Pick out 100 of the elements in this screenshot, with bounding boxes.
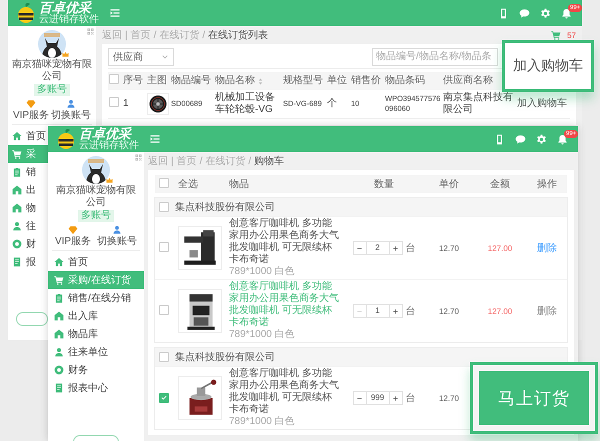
checkbox[interactable] (159, 178, 169, 188)
breadcrumb-separator: | (171, 156, 174, 166)
menu-item[interactable]: 往 (8, 217, 48, 235)
checkbox[interactable] (159, 305, 169, 315)
column-header: 物品 (229, 179, 249, 190)
checkbox[interactable] (159, 393, 169, 403)
cart-icon[interactable] (551, 30, 562, 40)
person-icon (12, 221, 22, 231)
quantity-field[interactable]: 2 (366, 241, 388, 255)
settings-icon[interactable] (540, 8, 551, 18)
menu-icon[interactable] (109, 7, 121, 19)
column-header: 金额 (490, 178, 510, 191)
column-header: 销售价 (351, 75, 381, 87)
sidebar-action[interactable]: VIP服务 (54, 225, 92, 248)
logo-text: 百卓优采 (39, 1, 91, 14)
breadcrumb-separator: / (248, 156, 252, 166)
account-badge: 多账号 (78, 210, 114, 222)
product-name[interactable]: 创意客厅咖啡机 多功能家用办公用果色商务大气批发咖啡机 可无限续杯卡布奇诺 (229, 368, 341, 416)
amount: 127.00 (488, 306, 512, 316)
column-header: 单价 (439, 178, 459, 191)
person-icon (54, 347, 64, 357)
clipboard-icon (54, 293, 64, 303)
sidebar-action[interactable]: 切换账号 (51, 99, 92, 122)
logo-tagline: 云进销存软件 (39, 14, 99, 25)
menu-icon[interactable] (149, 133, 161, 145)
quantity-field[interactable]: 999 (366, 391, 388, 405)
menu-item[interactable]: 出 (8, 181, 48, 199)
column-header: 物品编号 (171, 75, 211, 87)
sidebar-action[interactable]: VIP服务 (12, 99, 50, 122)
logo-icon (56, 128, 76, 150)
plus-button[interactable] (388, 391, 402, 405)
column-header: 物品条码 (385, 75, 425, 87)
qr-code-icon[interactable] (135, 154, 142, 161)
house-icon (54, 329, 64, 339)
add-to-cart-link[interactable]: 加入购物车 (517, 98, 567, 109)
menu-item[interactable]: 出入库 (48, 307, 144, 325)
logo-tagline: 云进销存软件 (79, 140, 139, 151)
menu-item[interactable]: 物品库 (48, 325, 144, 343)
menu-item[interactable]: 销 (8, 163, 48, 181)
menu-item[interactable]: 报表中心 (48, 379, 144, 397)
checkbox[interactable] (109, 74, 119, 84)
menu-item[interactable]: 往来单位 (48, 343, 144, 361)
checkbox[interactable] (159, 242, 169, 252)
chat-icon[interactable] (519, 8, 530, 18)
notification-icon[interactable] (557, 134, 568, 144)
column-header: 单位 (327, 75, 347, 87)
cart-icon (12, 149, 22, 159)
company-name: 南京猫咪宠物有限公司 (12, 59, 92, 83)
chevron-icon (161, 52, 169, 60)
qr-code-icon[interactable] (87, 28, 94, 35)
column-header: 全选 (178, 179, 198, 190)
quantity-field[interactable]: 1 (366, 304, 388, 318)
search-field[interactable]: 物品编号/物品名称/物品条 (372, 48, 498, 66)
chat-icon[interactable] (515, 134, 526, 144)
diamond-icon (68, 225, 78, 235)
product-name[interactable]: 创意客厅咖啡机 多功能家用办公用果色商务大气批发咖啡机 可无限续杯卡布奇诺 (229, 218, 341, 266)
plus-icon (392, 308, 399, 314)
menu-item[interactable]: 物 (8, 199, 48, 217)
plus-button[interactable] (388, 241, 402, 255)
supplier-select[interactable]: 供应商 (108, 48, 174, 66)
menu-item[interactable]: 首页 (8, 127, 48, 145)
supplier-name: 集点科技股份有限公司 (175, 200, 275, 214)
menu-item[interactable]: 销售/在线分销 (48, 289, 144, 307)
column-header: 序号 (123, 75, 143, 87)
product-spec: 789*1000 白色 (229, 416, 296, 428)
menu-item[interactable]: 首页 (48, 253, 144, 271)
checkbox[interactable] (159, 352, 169, 362)
check-icon (160, 394, 168, 402)
sidebar-action[interactable]: 切换账号 (97, 225, 138, 248)
settings-icon[interactable] (536, 134, 547, 144)
delete-link[interactable]: 删除 (537, 304, 557, 318)
account-badge: 多账号 (34, 84, 70, 96)
column-header: 操作 (537, 178, 557, 191)
product-spec: 789*1000 白色 (229, 329, 296, 341)
table-cell: 1 (122, 90, 146, 118)
breadcrumb-separator: / (202, 30, 206, 40)
phone-icon[interactable] (498, 8, 509, 18)
notification-icon[interactable] (561, 8, 572, 18)
checkbox[interactable] (159, 202, 169, 212)
document-icon (12, 257, 22, 267)
checkbox[interactable] (109, 96, 119, 107)
house-icon (12, 185, 22, 195)
menu-item[interactable]: 财 (8, 235, 48, 253)
crown-icon (106, 177, 113, 184)
plus-icon (392, 394, 399, 402)
sort-icon[interactable] (257, 78, 264, 84)
logo-icon (16, 2, 36, 24)
product-spec: 789*1000 白色 (229, 266, 296, 278)
crown-icon (62, 51, 69, 58)
unit-label: 台 (406, 242, 416, 255)
menu-item[interactable]: 报 (8, 253, 48, 271)
unit-price: 12.70 (438, 244, 460, 252)
home-icon (54, 257, 64, 267)
plus-button[interactable] (388, 304, 402, 318)
menu-item[interactable]: 财务 (48, 361, 144, 379)
breadcrumb-separator: / (154, 30, 156, 40)
minus-button[interactable] (352, 391, 366, 405)
minus-button[interactable] (352, 241, 366, 255)
phone-icon[interactable] (494, 134, 505, 144)
breadcrumb-separator: | (125, 30, 128, 40)
